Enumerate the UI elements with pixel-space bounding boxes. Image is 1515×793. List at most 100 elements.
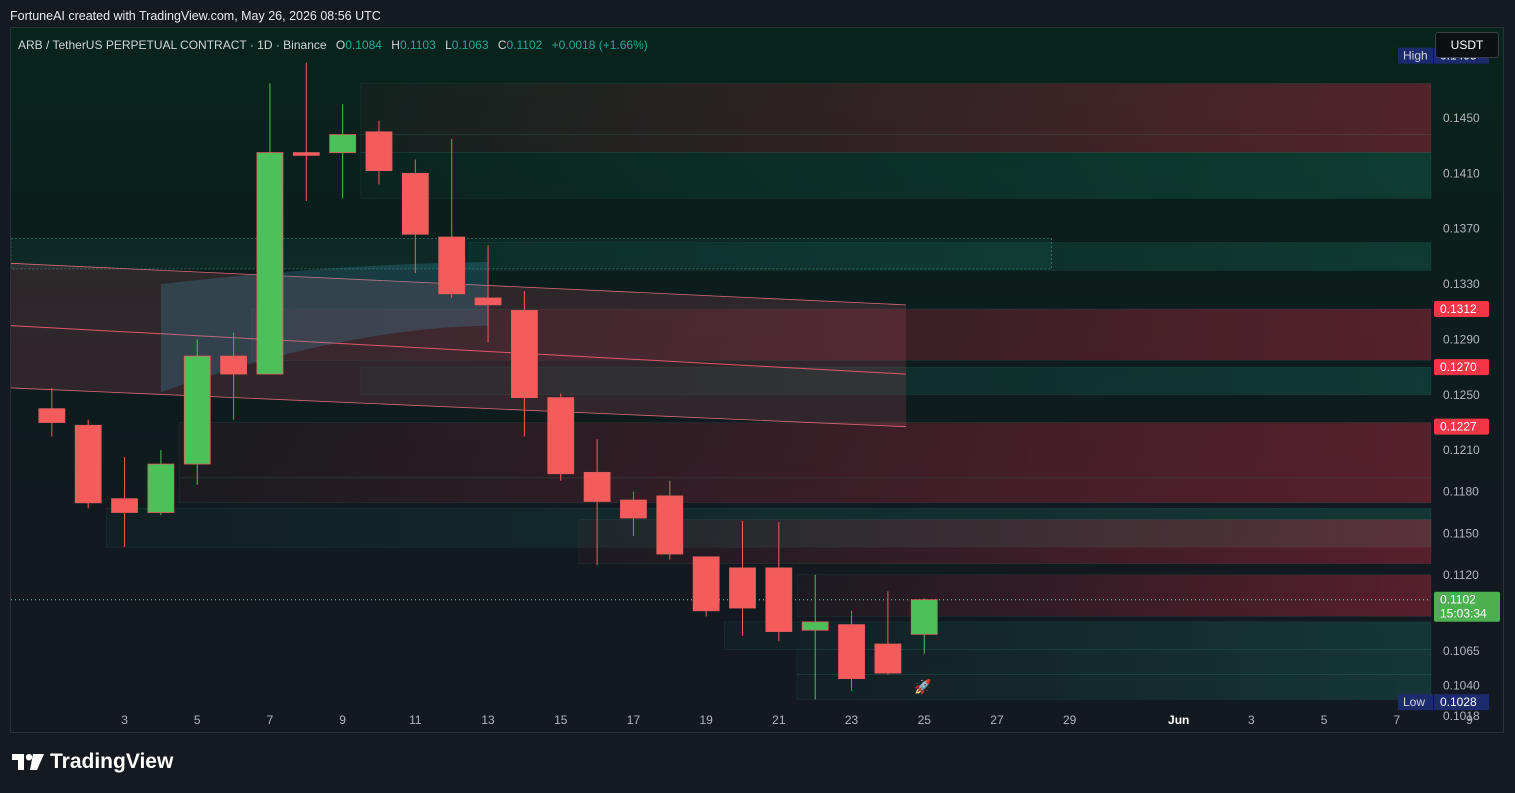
price-zone — [178, 422, 1432, 479]
low-key: L — [445, 38, 452, 52]
y-axis-tick: 0.1180 — [1443, 485, 1479, 499]
y-axis-tick: 0.1120 — [1443, 568, 1479, 582]
tradingview-brand[interactable]: TradingView — [12, 750, 173, 774]
chart-panel[interactable]: 🚀 0.1450 0.1410 0.1370 0.1330 0.1290 0.1250 0.1… — [10, 27, 1504, 733]
y-axis-tick: 0.1250 — [1443, 388, 1480, 402]
close-value: 0.1102 — [506, 38, 543, 52]
y-axis-tick: 0.1210 — [1443, 443, 1480, 457]
candle-body — [401, 172, 429, 235]
candle-body — [183, 355, 211, 465]
symbol-title: ARB / TetherUS PERPETUAL CONTRACT · 1D ·… — [18, 38, 327, 52]
y-axis-tick: 0.1065 — [1443, 644, 1480, 658]
candle — [329, 104, 357, 199]
tradingview-wordmark: TradingView — [50, 750, 174, 773]
x-axis-tick: 7 — [1393, 713, 1400, 727]
x-axis-tick: 19 — [699, 713, 713, 727]
candle — [147, 450, 175, 516]
x-axis-tick: 29 — [1063, 713, 1077, 727]
x-axis-tick: 7 — [267, 713, 274, 727]
candle-body — [547, 397, 575, 475]
y-axis-tick: 0.1150 — [1443, 526, 1479, 540]
bar-countdown: 15:03:34 — [1440, 607, 1487, 621]
high-label: High — [1403, 49, 1428, 63]
level-tag: 0.1270 — [1440, 360, 1477, 374]
candle-body — [147, 463, 175, 513]
candle-body — [256, 152, 284, 375]
candle-body — [510, 309, 538, 399]
candle-body — [620, 499, 647, 519]
level-tag: 0.1312 — [1440, 302, 1477, 316]
open-key: O — [335, 38, 346, 52]
candle-body — [656, 495, 684, 555]
x-axis-tick: 3 — [1248, 713, 1255, 727]
symbol-legend: ARB / TetherUS PERPETUAL CONTRACT · 1D ·… — [18, 38, 648, 52]
low-label: Low — [1403, 695, 1425, 709]
y-axis-tick: 0.1410 — [1443, 166, 1480, 180]
candle-body — [438, 236, 466, 295]
y-axis-tick: 0.1040 — [1443, 679, 1480, 693]
candle — [74, 419, 102, 509]
chart-caption: FortuneAI created with TradingView.com, … — [10, 9, 381, 23]
candle — [38, 387, 66, 437]
candle-body — [111, 498, 138, 513]
x-axis-tick: 9 — [339, 713, 346, 727]
close-key: C — [497, 38, 507, 52]
price-zone — [724, 621, 1432, 650]
candle — [183, 339, 211, 485]
last-price-value: 0.1102 — [1440, 593, 1476, 607]
y-axis-tick: 0.1018 — [1443, 709, 1480, 723]
candle-body — [692, 556, 720, 612]
candle-body — [38, 408, 66, 423]
price-zone — [796, 574, 1432, 617]
y-axis-tick: 0.1290 — [1443, 332, 1480, 346]
x-axis-tick: 27 — [990, 713, 1004, 727]
candle — [547, 393, 575, 481]
candle-body — [474, 297, 502, 306]
candle-body — [729, 567, 756, 609]
x-axis-tick: 5 — [194, 713, 201, 727]
candle-body — [838, 624, 865, 680]
open-value: 0.1084 — [345, 38, 382, 52]
y-axis-tick: 0.1370 — [1443, 222, 1480, 236]
low-value: 0.1063 — [451, 38, 489, 52]
level-tag: 0.1227 — [1440, 420, 1477, 434]
consolidation-box — [11, 237, 1052, 270]
x-axis-tick: 9 — [1466, 713, 1473, 727]
candle — [256, 83, 284, 375]
high-key: H — [391, 38, 400, 52]
candle-body — [765, 567, 793, 632]
x-axis-tick: 17 — [627, 713, 641, 727]
x-axis-tick: 25 — [918, 713, 932, 727]
low-value: 0.1028 — [1440, 695, 1477, 709]
candle-body — [801, 621, 829, 631]
candle-body — [74, 424, 102, 504]
y-axis-tick: 0.1450 — [1443, 111, 1480, 125]
price-zone — [360, 134, 1432, 153]
x-axis-tick: 11 — [409, 713, 422, 727]
x-axis-tick: 15 — [554, 713, 568, 727]
candle-body — [292, 152, 320, 156]
x-axis-tick: 5 — [1321, 713, 1328, 727]
candle-body — [365, 131, 393, 171]
tradingview-logo-icon — [12, 754, 44, 770]
candle-body — [874, 643, 902, 674]
price-zone — [360, 83, 1432, 135]
x-axis-tick: 3 — [121, 713, 128, 727]
candle — [292, 62, 320, 202]
x-axis-tick: 13 — [481, 713, 495, 727]
x-axis-tick: 23 — [845, 713, 859, 727]
rocket-icon: 🚀 — [914, 679, 932, 696]
price-zone — [796, 674, 1432, 700]
x-axis-tick: 21 — [772, 713, 786, 727]
price-chart[interactable]: 🚀 0.1450 0.1410 0.1370 0.1330 0.1290 0.1250 0.1… — [11, 28, 1504, 733]
candle-body — [910, 599, 938, 635]
candle — [692, 556, 720, 617]
candle — [510, 291, 538, 437]
currency-button[interactable]: USDT — [1435, 32, 1499, 58]
high-value: 0.1103 — [399, 38, 436, 52]
change-value: +0.0018 (+1.66%) — [551, 38, 648, 52]
candle-body — [220, 355, 248, 375]
y-axis-tick: 0.1330 — [1443, 277, 1480, 291]
price-zone — [178, 477, 1432, 504]
candle-body — [329, 134, 357, 153]
